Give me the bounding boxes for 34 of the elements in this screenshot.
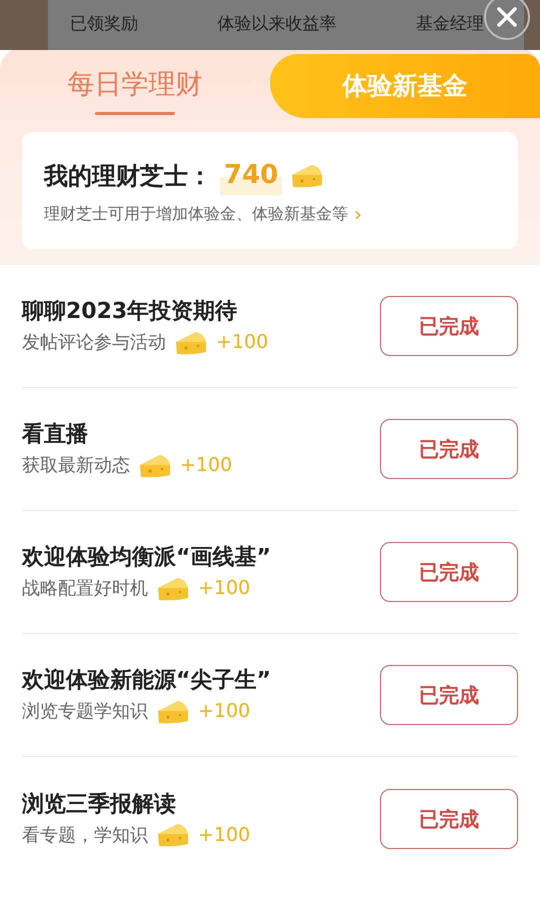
cheese-icon [156, 698, 190, 724]
column-header: 体验以来收益率 [218, 13, 336, 36]
cheese-icon [156, 822, 190, 848]
task-title: 欢迎体验新能源“尖子生” [22, 666, 272, 696]
task-subtitle: 看专题，学知识 [22, 824, 148, 848]
completed-button[interactable]: 已完成 [380, 665, 518, 725]
task-subtitle: 浏览专题学知识 [22, 700, 148, 724]
completed-button[interactable]: 已完成 [380, 419, 518, 479]
column-header: 已领奖励 [70, 13, 138, 36]
reward-points: +100 [180, 453, 232, 478]
close-icon[interactable] [496, 6, 518, 28]
task-title: 看直播 [22, 421, 89, 450]
task-title: 欢迎体验均衡派“画线基” [22, 544, 272, 572]
cheese-icon [290, 162, 324, 188]
cheese-icon [156, 576, 190, 602]
task-subtitle: 战略配置好时机 [22, 577, 148, 601]
column-header: 基金经理 [416, 13, 484, 36]
points-description: 理财芝士可用于增加体验金、体验新基金等 [44, 203, 348, 225]
completed-button[interactable]: 已完成 [380, 788, 518, 848]
reward-points: +100 [216, 330, 268, 356]
reward-points: +100 [198, 699, 250, 724]
completed-button[interactable]: 已完成 [380, 296, 518, 356]
close-button[interactable] [484, 0, 530, 40]
completed-button[interactable]: 已完成 [380, 542, 518, 602]
reward-points: +100 [198, 822, 250, 848]
tab[interactable]: 每日学理财 [0, 48, 270, 132]
task-title: 浏览三季报解读 [22, 790, 177, 819]
points-title: 我的理财芝士： [44, 160, 212, 192]
task-subtitle: 发帖评论参与活动 [22, 331, 166, 355]
reward-points: +100 [198, 576, 250, 602]
task-title: 聊聊2023年投资期待 [22, 298, 238, 326]
task-subtitle: 获取最新动态 [22, 454, 130, 478]
cheese-icon [174, 330, 208, 356]
cheese-icon [138, 452, 172, 478]
